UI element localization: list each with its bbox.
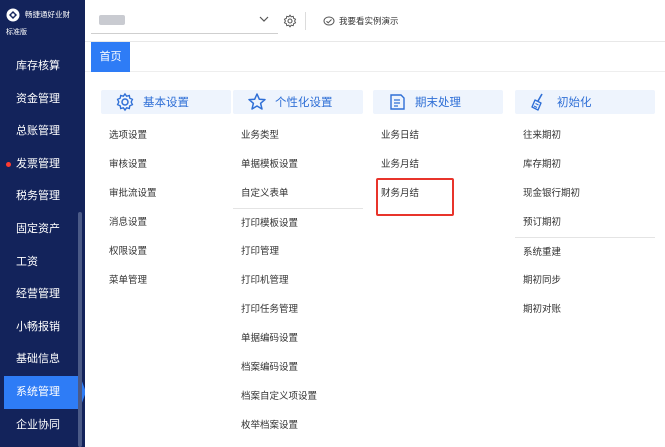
sidebar-item[interactable]: 税务管理 — [0, 180, 85, 213]
tab-bar: 首页 — [85, 42, 665, 72]
logo-icon — [6, 8, 20, 22]
menu-item[interactable]: 菜单管理 — [101, 266, 231, 295]
sidebar-item[interactable]: 系统管理 — [4, 375, 86, 409]
column-items: 选项设置 审核设置 审批流设置 消息设置 权限设置 菜单管理 — [101, 121, 231, 295]
column-items: 往来期初 库存期初 现金银行期初 预订期初 系统重建 期初同步 期初对账 — [515, 121, 655, 324]
sidebar-item[interactable]: 发票管理 — [0, 148, 85, 181]
menu-item[interactable]: 打印任务管理 — [233, 295, 363, 324]
sidebar-item[interactable]: 固定资产 — [0, 213, 85, 246]
sidebar-item[interactable]: 基础信息 — [0, 343, 85, 376]
menu-item[interactable]: 业务类型 — [233, 121, 363, 150]
sidebar-item[interactable]: 库存核算 — [0, 50, 85, 83]
notification-dot — [6, 161, 11, 167]
sidebar-item-label: 企业协同 — [16, 417, 60, 431]
system-menu-panel: 基本设置 选项设置 审核设置 审批流设置 消息设置 权限设置 菜单管理 个性化设置 业务类型单… — [85, 72, 665, 447]
menu-item[interactable]: 期初同步 — [515, 266, 655, 295]
column-title: 个性化设置 — [275, 95, 333, 109]
menu-item[interactable]: 权限设置 — [101, 237, 231, 266]
menu-item[interactable]: 库存期初 — [515, 150, 655, 179]
app-window: 畅捷通好业财 标准版 库存核算资金管理总账管理发票管理税务管理固定资产工资经营管… — [0, 0, 665, 447]
menu-item[interactable]: 消息设置 — [101, 208, 231, 237]
demo-icon — [323, 16, 335, 26]
sidebar-item[interactable]: 经营管理 — [0, 278, 85, 311]
account-selector[interactable] — [91, 8, 278, 34]
column-items: 业务类型 单据模板设置 自定义表单 打印模板设置 打印管理 打印机管理 打印任务管理 单据编码… — [233, 121, 363, 440]
sidebar-item-label: 基础信息 — [16, 352, 60, 366]
sidebar-scrollbar[interactable] — [78, 212, 82, 447]
sidebar-item[interactable]: 工资 — [0, 246, 85, 279]
sidebar-item-label: 资金管理 — [16, 91, 60, 105]
sidebar-item-label: 工资 — [16, 254, 38, 268]
menu-item[interactable]: 单据模板设置 — [233, 150, 363, 179]
column-title: 初始化 — [557, 95, 592, 109]
account-name-redacted — [99, 15, 125, 25]
menu-item[interactable]: 期初对账 — [515, 295, 655, 324]
sidebar-item[interactable]: 总账管理 — [0, 115, 85, 148]
menu-item[interactable]: 业务日结 — [373, 121, 503, 150]
menu-column-personalization: 个性化设置业务类型 单据模板设置 自定义表单 打印模板设置 打印管理 打印机管理 打印任务管… — [233, 90, 363, 440]
tab-home[interactable]: 首页 — [91, 42, 130, 72]
sidebar-item-label: 库存核算 — [16, 59, 60, 72]
topbar: 我要看实例演示 — [85, 0, 665, 42]
sidebar-item-label: 固定资产 — [16, 221, 60, 235]
menu-item[interactable]: 单据编码设置 — [233, 324, 363, 353]
sidebar-item[interactable]: 资金管理 — [0, 83, 85, 116]
menu-item[interactable]: 打印管理 — [233, 237, 363, 266]
sidebar-item-label: 税务管理 — [16, 189, 60, 203]
menu-item[interactable]: 枚举档案设置 — [233, 411, 363, 440]
column-title: 期末处理 — [415, 95, 461, 109]
sidebar-item-label: 发票管理 — [16, 156, 60, 170]
sidebar-nav: 库存核算资金管理总账管理发票管理税务管理固定资产工资经营管理小畅报销基础信息系统… — [0, 50, 86, 442]
column-header: 初始化 — [515, 90, 655, 114]
menu-item[interactable]: 业务月结 — [373, 150, 503, 179]
menu-item[interactable]: 打印模板设置 — [233, 208, 363, 237]
topbar-divider — [305, 12, 306, 30]
checklist-icon — [390, 94, 405, 110]
edition-label: 标准版 — [6, 28, 27, 36]
gear-icon[interactable] — [283, 14, 297, 28]
menu-column-initialization: 初始化往来期初 库存期初 现金银行期初 预订期初 系统重建 期初同步 期初对账 — [515, 90, 655, 324]
sidebar: 畅捷通好业财 标准版 库存核算资金管理总账管理发票管理税务管理固定资产工资经营管… — [0, 0, 86, 447]
sidebar-item-label: 总账管理 — [16, 124, 60, 138]
sidebar-item[interactable]: 小畅报销 — [0, 311, 85, 344]
logo: 畅捷通好业财 标准版 — [0, 0, 85, 42]
menu-item[interactable]: 自定义表单 — [233, 179, 363, 208]
menu-item[interactable]: 预订期初 — [515, 208, 655, 237]
menu-item[interactable]: 选项设置 — [101, 121, 231, 150]
menu-item[interactable]: 往来期初 — [515, 121, 655, 150]
menu-item[interactable]: 档案自定义项设置 — [233, 382, 363, 411]
menu-item[interactable]: 现金银行期初 — [515, 179, 655, 208]
column-header: 期末处理 — [373, 90, 503, 114]
menu-item[interactable]: 打印机管理 — [233, 266, 363, 295]
sidebar-item[interactable]: 企业协同 — [0, 409, 85, 442]
column-header: 基本设置 — [101, 90, 231, 114]
demo-label: 我要看实例演示 — [339, 17, 399, 27]
menu-item[interactable]: 审批流设置 — [101, 179, 231, 208]
brand-name: 畅捷通好业财 — [25, 10, 70, 19]
menu-column-basic-settings: 基本设置选项设置 审核设置 审批流设置 消息设置 权限设置 菜单管理 — [101, 90, 231, 295]
column-title: 基本设置 — [143, 95, 189, 109]
gear-icon — [116, 92, 134, 112]
demo-link[interactable]: 我要看实例演示 — [323, 13, 399, 29]
sidebar-item-label: 经营管理 — [16, 287, 60, 301]
menu-item[interactable]: 档案编码设置 — [233, 353, 363, 382]
menu-item[interactable]: 系统重建 — [515, 237, 655, 266]
sidebar-item-label: 系统管理 — [16, 384, 60, 398]
chevron-down-icon — [259, 16, 269, 22]
broom-icon — [531, 93, 543, 111]
column-header: 个性化设置 — [233, 90, 363, 114]
highlight-box — [376, 178, 454, 216]
menu-item[interactable]: 审核设置 — [101, 150, 231, 179]
sidebar-item-label: 小畅报销 — [16, 319, 60, 333]
star-icon — [248, 93, 266, 110]
